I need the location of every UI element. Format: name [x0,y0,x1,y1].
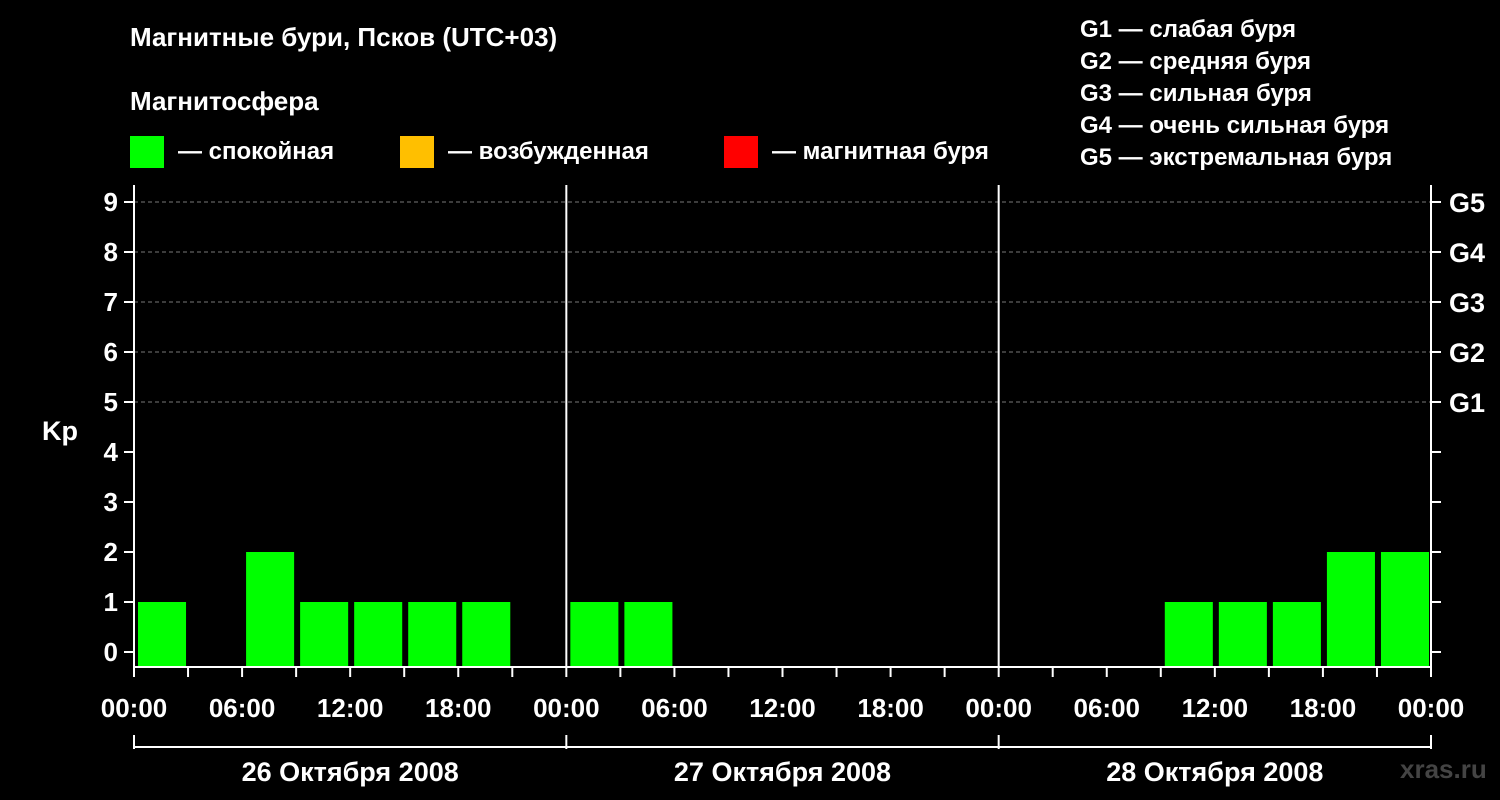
kp-bar [354,602,403,667]
kp-bar [1218,602,1267,667]
g-level-label: G1 [1449,388,1485,418]
kp-bar-chart: 0 1 2 3 4 5 6 7 8 9 G1 G2 G3 G4 G5 Kp 00:00 06:00 12:00 18:… [42,185,1485,787]
y-tick-label: 8 [104,237,118,267]
g-level-label: G3 [1449,288,1485,318]
kp-bar [462,602,511,667]
kp-bar [408,602,457,667]
kp-bar [624,602,673,667]
day-label: 26 Октября 2008 [242,757,459,787]
grid-lines [134,185,1431,667]
kp-bar [138,602,187,667]
day-label: 27 Октября 2008 [674,757,891,787]
y-tick-label: 6 [104,337,118,367]
x-tick-label: 12:00 [317,693,384,723]
x-tick-label: 00:00 [533,693,600,723]
x-tick-label: 06:00 [1074,693,1141,723]
y-tick-label: 0 [104,637,118,667]
x-tick-label: 12:00 [1182,693,1249,723]
axis-labels: 0 1 2 3 4 5 6 7 8 9 G1 G2 G3 G4 G5 Kp 00:00 06:00 12:00 18:… [42,187,1485,787]
y-tick-label: 7 [104,287,118,317]
x-tick-label: 00:00 [965,693,1032,723]
kp-bar [1326,552,1375,667]
watermark: xras.ru [1400,754,1487,784]
day-label: 28 Октября 2008 [1106,757,1323,787]
kp-bar [570,602,619,667]
x-tick-label: 18:00 [425,693,492,723]
x-tick-label: 12:00 [749,693,816,723]
g-level-label: G2 [1449,338,1485,368]
y-tick-label: 4 [104,437,119,467]
y-tick-label: 9 [104,187,118,217]
y-axis-title: Kp [42,416,78,446]
g-level-label: G5 [1449,188,1485,218]
x-tick-label: 06:00 [641,693,708,723]
kp-bar [300,602,349,667]
x-tick-label: 00:00 [101,693,168,723]
bars [138,552,1429,667]
y-tick-label: 3 [104,487,118,517]
x-tick-label: 06:00 [209,693,276,723]
y-tick-label: 5 [104,387,118,417]
y-tick-label: 1 [104,587,118,617]
g-level-label: G4 [1449,238,1485,268]
x-tick-label: 18:00 [857,693,924,723]
kp-bar [1272,602,1321,667]
kp-bar [246,552,295,667]
x-tick-label: 00:00 [1398,693,1465,723]
kp-bar [1380,552,1429,667]
x-tick-label: 18:00 [1290,693,1357,723]
kp-bar [1164,602,1213,667]
y-tick-label: 2 [104,537,118,567]
